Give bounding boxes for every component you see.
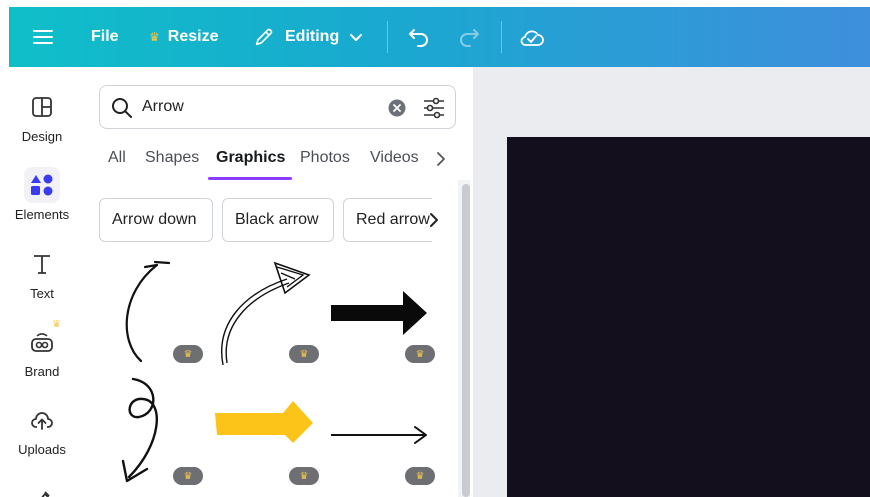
pro-crown-badge: ♛	[173, 345, 203, 363]
editing-label: Editing	[285, 28, 340, 45]
search-icon	[112, 98, 132, 118]
active-tab-indicator	[208, 177, 292, 180]
chevron-right-icon[interactable]	[427, 210, 441, 230]
filter-sliders-icon[interactable]	[422, 96, 446, 120]
tab-shapes[interactable]: Shapes	[145, 147, 199, 181]
undo-button[interactable]	[407, 7, 431, 67]
tab-all[interactable]: All	[108, 147, 126, 181]
chip-label: Arrow down	[112, 211, 197, 228]
clear-search-icon[interactable]	[387, 98, 407, 118]
sidebar-item-label: Text	[30, 286, 54, 301]
sidebar-item-label: Elements	[14, 207, 70, 222]
resize-label: Resize	[167, 28, 219, 45]
toolbar-divider	[387, 21, 388, 53]
layout-icon	[24, 89, 60, 125]
sidebar-item-label: Brand	[24, 364, 60, 379]
graphic-curved-arrow[interactable]: ♛	[99, 253, 209, 368]
undo-icon	[409, 29, 428, 47]
pro-crown-badge: ♛	[405, 467, 435, 485]
chip-arrow-down[interactable]: Arrow down	[99, 198, 213, 242]
pro-crown-badge: ♛	[173, 467, 203, 485]
tab-videos[interactable]: Videos	[370, 147, 419, 181]
shapes-icon	[24, 167, 60, 203]
sidebar-item-label: Uploads	[18, 442, 66, 457]
top-toolbar: File ♛ Resize Editing	[9, 7, 870, 67]
upload-cloud-icon	[24, 402, 60, 438]
graphics-results-grid: ♛ ♛ ♛ ♛ ♛ ♛	[99, 253, 444, 497]
left-sidebar: Design Elements Text Brand Uploads	[9, 67, 87, 497]
chip-label: Black arrow	[235, 211, 319, 228]
crown-icon: ♛	[52, 319, 61, 330]
resize-button[interactable]: ♛ Resize	[149, 7, 218, 67]
search-input[interactable]	[142, 94, 372, 120]
sidebar-item-design[interactable]: Design	[9, 89, 75, 144]
graphic-sketch-arrow[interactable]: ♛	[215, 253, 325, 368]
editing-mode-dropdown[interactable]: Editing	[253, 7, 363, 67]
chip-label: Red arrow	[356, 211, 430, 228]
design-artboard[interactable]	[507, 137, 870, 497]
graphic-bold-arrow[interactable]: ♛	[331, 253, 441, 368]
tab-graphics[interactable]: Graphics	[216, 147, 285, 181]
pro-crown-badge: ♛	[405, 345, 435, 363]
save-status-button[interactable]	[519, 7, 545, 67]
category-tabs: All Shapes Graphics Photos Videos	[99, 147, 459, 181]
toolbar-divider	[501, 21, 502, 53]
chip-black-arrow[interactable]: Black arrow	[222, 198, 334, 242]
sidebar-item-label: Design	[21, 129, 63, 144]
chevron-down-icon	[350, 34, 363, 41]
sidebar-item-elements[interactable]: Elements	[9, 167, 75, 222]
menu-icon[interactable]	[33, 7, 53, 67]
pencil-icon	[255, 28, 273, 46]
tab-photos[interactable]: Photos	[300, 147, 350, 181]
file-menu-button[interactable]: File	[91, 7, 119, 67]
panel-scrollbar-thumb[interactable]	[462, 184, 470, 497]
sidebar-item-uploads[interactable]: Uploads	[9, 402, 75, 457]
chevron-right-icon[interactable]	[431, 149, 451, 169]
redo-icon	[460, 29, 479, 47]
sidebar-item-brand[interactable]: Brand	[9, 324, 75, 379]
pen-icon	[24, 481, 60, 497]
graphic-yellow-arrow[interactable]: ♛	[215, 373, 325, 488]
crown-icon: ♛	[149, 30, 160, 44]
chip-red-arrow[interactable]: Red arrow	[343, 198, 432, 242]
graphic-loop-arrow[interactable]: ♛	[99, 373, 209, 488]
sidebar-item-draw[interactable]	[9, 481, 75, 497]
text-icon	[24, 246, 60, 282]
redo-button[interactable]	[457, 7, 481, 67]
suggestion-chips: Arrow down Black arrow Red arrow	[99, 198, 432, 242]
pro-crown-badge: ♛	[289, 345, 319, 363]
cloud-check-icon	[520, 30, 544, 46]
elements-panel: All Shapes Graphics Photos Videos Arrow …	[87, 67, 473, 497]
sidebar-item-text[interactable]: Text	[9, 246, 75, 301]
pro-crown-badge: ♛	[289, 467, 319, 485]
search-box	[99, 85, 456, 129]
graphic-thin-arrow[interactable]: ♛	[331, 373, 441, 488]
